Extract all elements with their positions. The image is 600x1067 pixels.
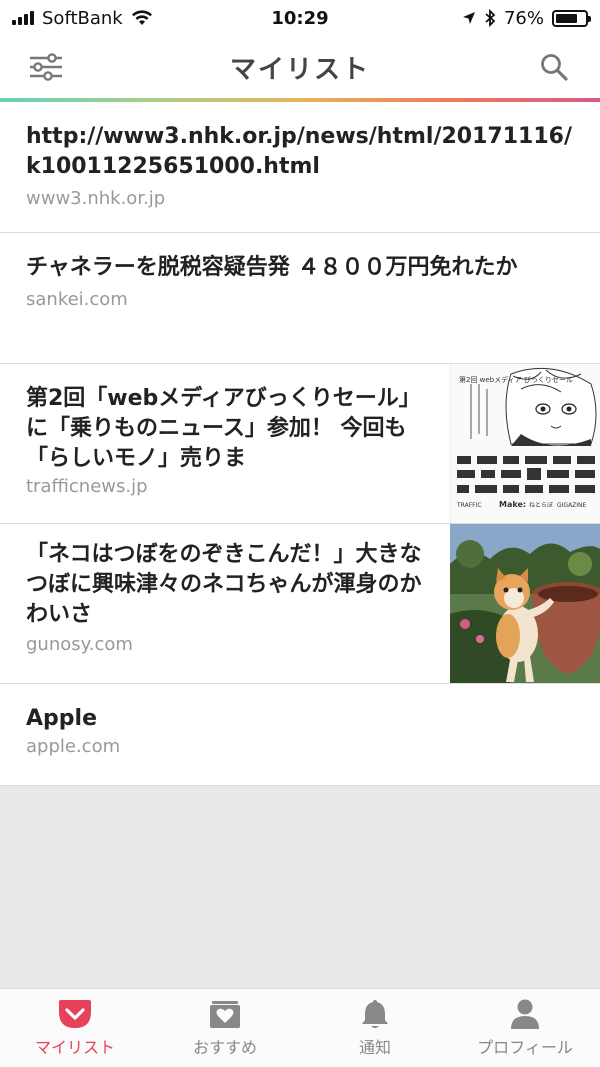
tab-label: 通知 [358,1038,391,1057]
bluetooth-icon [485,9,496,27]
item-title: Apple [26,706,97,731]
item-source: apple.com [26,736,121,757]
tab-label: プロフィール [477,1038,573,1057]
carrier-label: SoftBank [42,7,123,29]
search-icon [541,54,568,81]
tab-label: おすすめ [192,1038,257,1057]
thumb-logo: GIGAZINE [557,502,587,509]
battery-icon [552,9,591,27]
location-icon [462,12,475,24]
list-item[interactable]: チャネラーを脱税容疑告発 ４８００万円免れたか sankei.com [0,233,600,364]
item-source: www3.nhk.or.jp [26,188,166,209]
tab-mylist[interactable]: マイリスト [0,989,150,1067]
sliders-icon [30,53,62,81]
tab-profile[interactable]: プロフィール [450,989,600,1067]
profile-icon [511,999,539,1029]
status-bar: SoftBank 10:29 76% [0,0,600,36]
thumb-logo: ねとらぼ [529,502,553,509]
pocket-icon [59,1000,91,1028]
thumb-logo: TRAFFIC [456,502,482,509]
tab-notifications[interactable]: 通知 [300,989,450,1067]
item-source: sankei.com [26,289,128,310]
item-title: チャネラーを脱税容疑告発 ４８００万円免れたか [26,255,518,280]
filter-button[interactable] [24,45,68,89]
thumb-logo: Make: [499,500,526,509]
item-title: http://www3.nhk.or.jp/news/html/20171116… [26,124,572,179]
item-thumbnail: 第2回 webメディア びっくりセール TRAFFIC Make: ねとらぼ G… [450,364,600,523]
signal-icon [12,11,34,25]
item-thumbnail [450,524,600,683]
item-title: 第2回「webメディアびっくりセール」に「乗りものニュース」参加！ 今回も「らし… [26,386,421,471]
item-source: gunosy.com [26,634,133,655]
tab-bar: マイリスト おすすめ 通知 プロフィール [0,988,600,1067]
tab-label: マイリスト [34,1038,115,1057]
recommend-icon [210,1001,240,1028]
item-source: trafficnews.jp [26,476,148,497]
saved-list: http://www3.nhk.or.jp/news/html/20171116… [0,102,600,786]
list-item[interactable]: http://www3.nhk.or.jp/news/html/20171116… [0,102,600,233]
bell-icon [362,1000,388,1028]
app-header: マイリスト [0,36,600,98]
search-button[interactable] [532,45,576,89]
thumb-title: 第2回 webメディア びっくりセール [459,375,573,384]
battery-percent: 76% [503,7,544,29]
list-item[interactable]: 「ネコはつぼをのぞきこんだ！」大きなつぼに興味津々のネコちゃんが渾身のかわいさ … [0,524,600,684]
list-item[interactable]: 第2回「webメディアびっくりセール」に「乗りものニュース」参加！ 今回も「らし… [0,364,600,524]
page-title: マイリスト [229,54,370,85]
status-time: 10:29 [271,7,329,29]
list-item[interactable]: Apple apple.com [0,684,600,786]
wifi-icon [131,10,152,25]
tab-recommend[interactable]: おすすめ [150,989,300,1067]
item-title: 「ネコはつぼをのぞきこんだ！」大きなつぼに興味津々のネコちゃんが渾身のかわいさ [26,542,422,627]
